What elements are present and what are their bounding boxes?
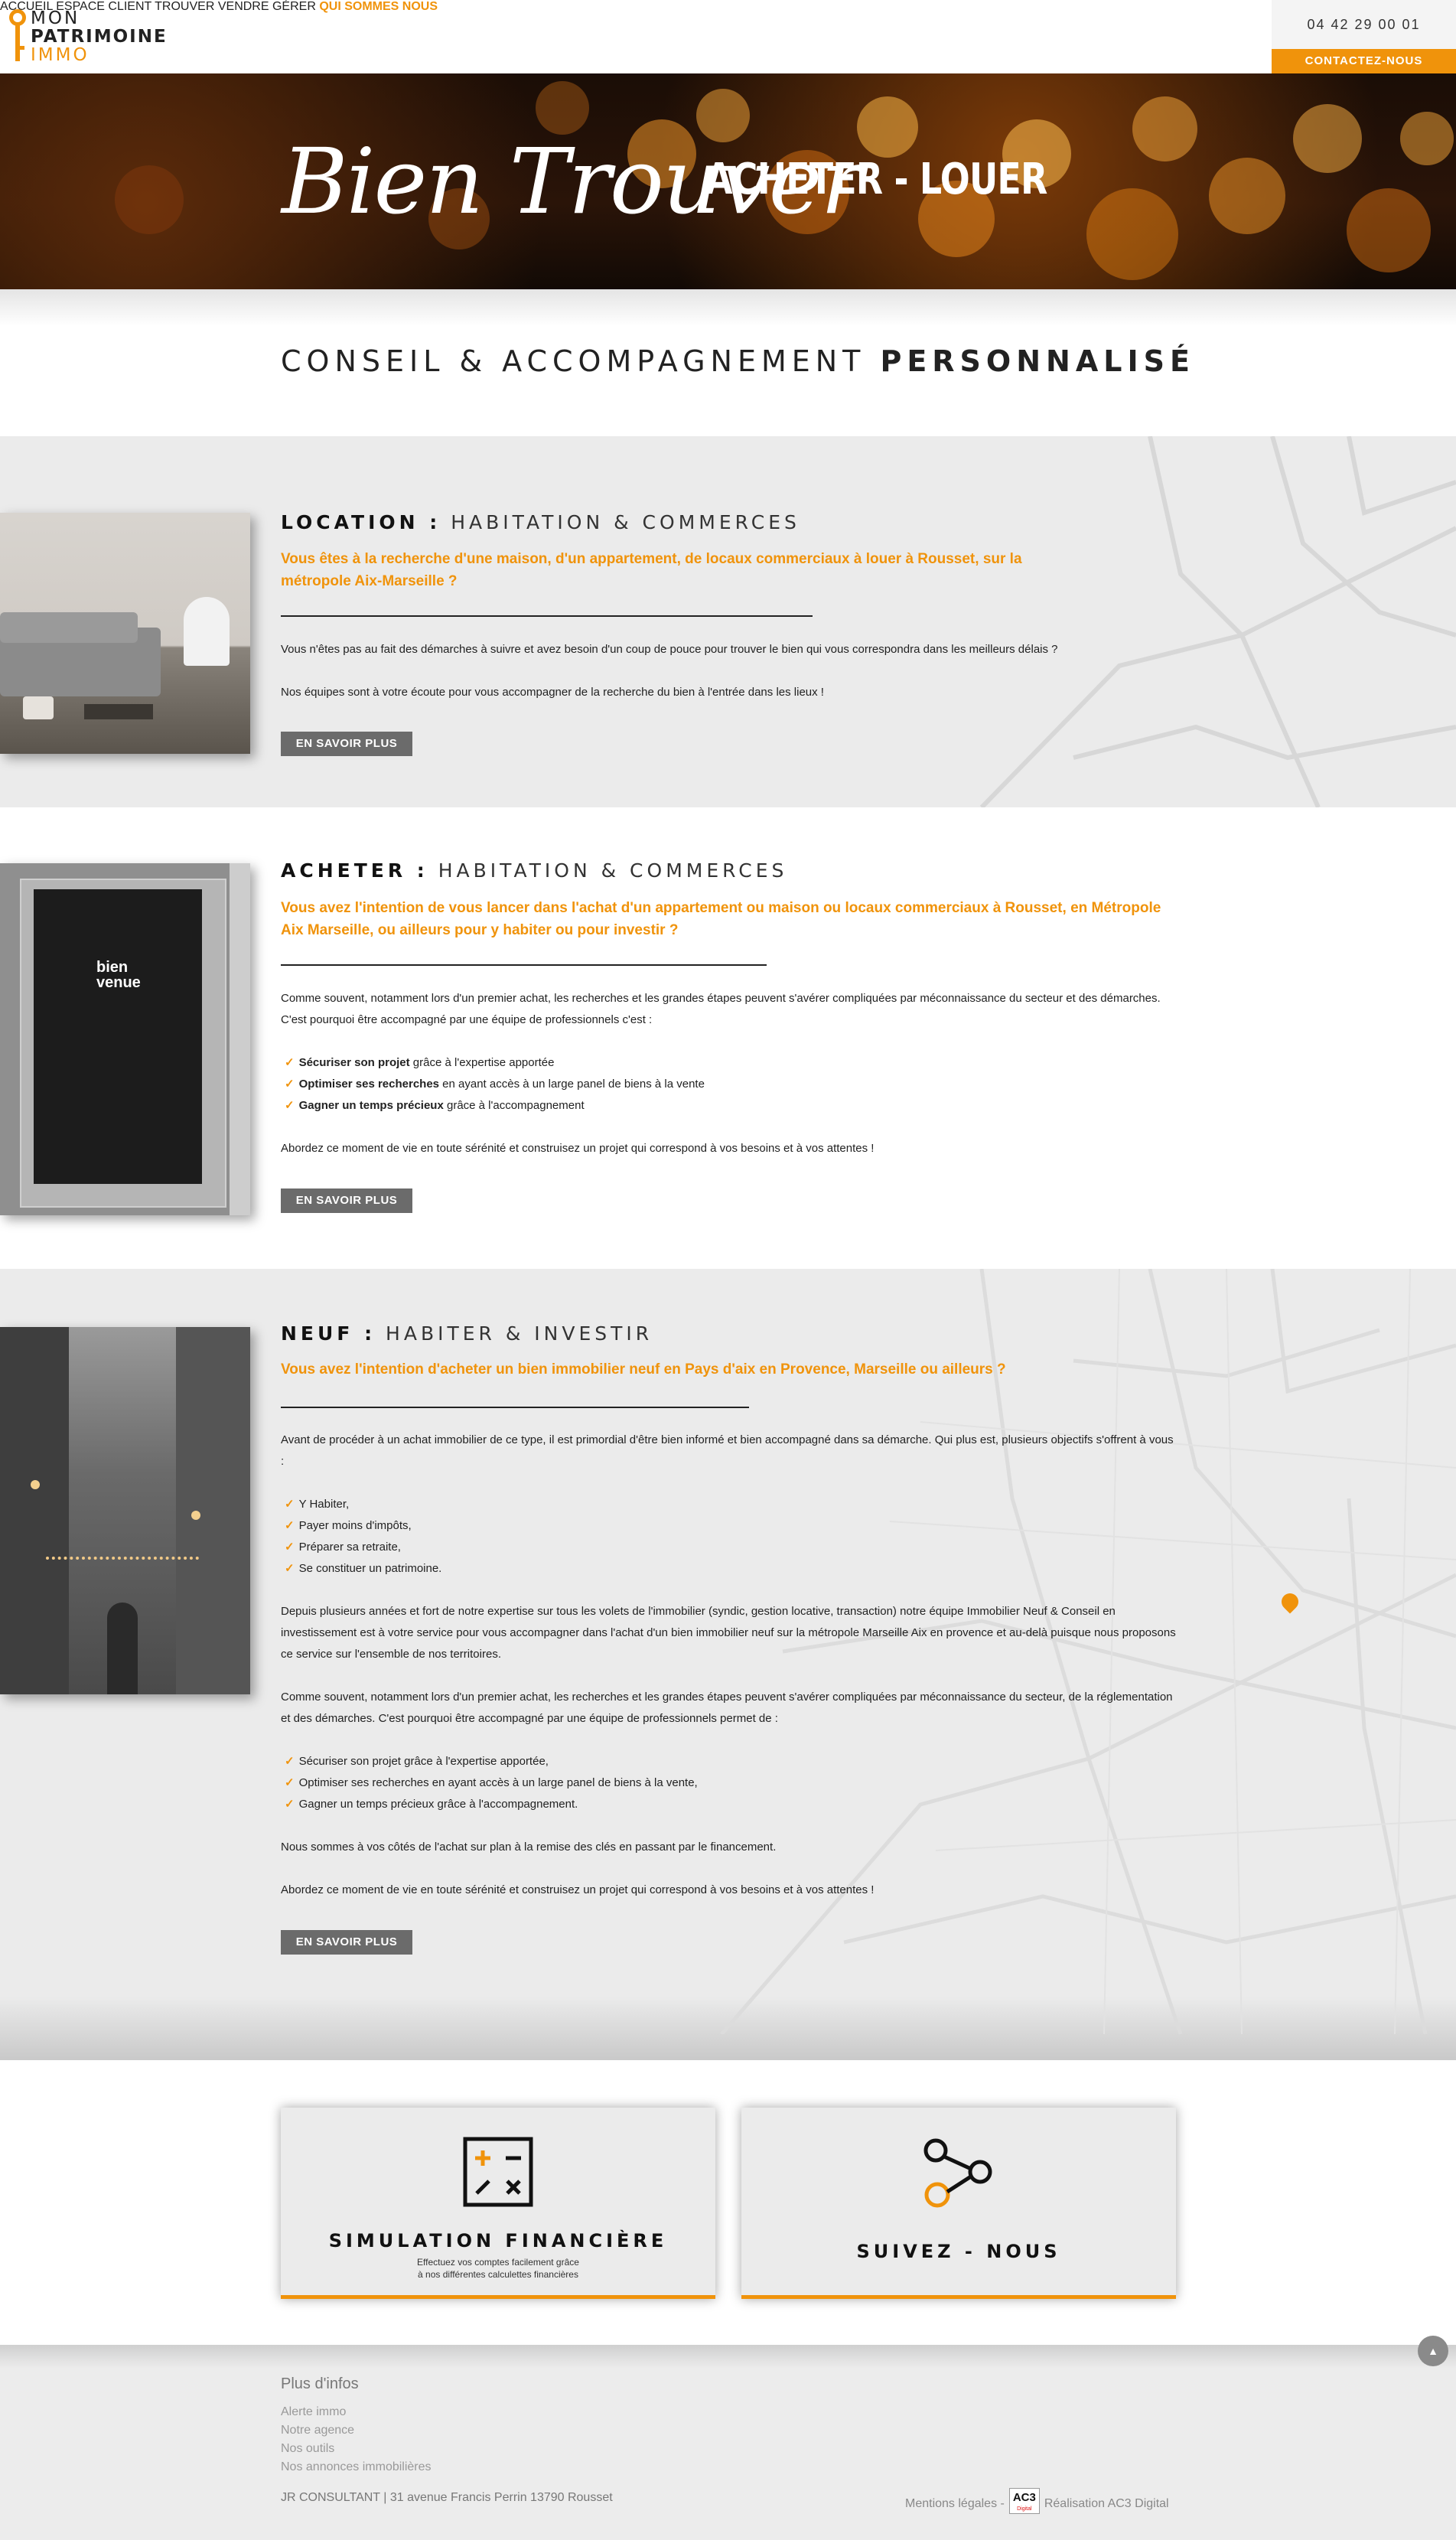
bienvenue-sign: bien venue	[96, 959, 141, 991]
check-icon: ✓	[285, 1798, 295, 1811]
neuf-objectives-list: ✓ Y Habiter, ✓ Payer moins d'impôts, ✓ Prép…	[285, 1494, 441, 1580]
site-footer: Plus d'infos Alerte immo Notre agence No…	[0, 2345, 1456, 2540]
key-icon	[9, 9, 26, 64]
footer-address: JR CONSULTANT | 31 avenue Francis Perrin…	[281, 2491, 613, 2504]
chevron-up-icon: ▲	[1428, 2345, 1438, 2357]
list-item: ✓ Se constituer un patrimoine.	[285, 1562, 442, 1575]
contact-button[interactable]: CONTACTEZ-NOUS	[1272, 49, 1456, 73]
footer-legal: Mentions légales - AC3 Digital Réalisatio…	[905, 2488, 1169, 2517]
footer-link-alerte[interactable]: Alerte immo	[281, 2405, 346, 2419]
check-icon: ✓	[285, 1078, 295, 1091]
neuf-title: NEUF : HABITER & INVESTIR	[281, 1322, 653, 1345]
list-item: ✓ Y Habiter,	[285, 1498, 350, 1511]
hero-caps-title: ACHETER - LOUER	[705, 155, 1047, 204]
check-icon: ✓	[285, 1562, 295, 1575]
calculator-icon	[463, 2137, 533, 2207]
acheter-paragraph-2: Abordez ce moment de vie en toute séréni…	[281, 1142, 875, 1155]
neuf-paragraph-1: Avant de procéder à un achat immobilier …	[281, 1433, 1174, 1468]
list-item: ✓ Payer moins d'impôts,	[285, 1519, 412, 1532]
check-icon: ✓	[285, 1755, 295, 1768]
neuf-benefit-list: ✓ Sécuriser son projet grâce à l'expertis…	[285, 1751, 698, 1815]
list-item: ✓ Préparer sa retraite,	[285, 1541, 401, 1554]
location-lead: Vous êtes à la recherche d'une maison, d…	[281, 551, 1022, 589]
intro-title: CONSEIL & ACCOMPAGNEMENT PERSONNALISÉ	[281, 344, 1195, 378]
simulation-title: SIMULATION FINANCIÈRE	[328, 2230, 668, 2251]
check-icon: ✓	[285, 1776, 295, 1789]
acheter-photo: bien venue	[0, 863, 250, 1215]
footer-link-annonces[interactable]: Nos annonces immobilières	[281, 2460, 432, 2474]
follow-us-card[interactable]: SUIVEZ - NOUS	[741, 2108, 1176, 2299]
acheter-more-button[interactable]: EN SAVOIR PLUS	[281, 1188, 412, 1213]
check-icon: ✓	[285, 1541, 295, 1554]
logo-line-3: IMMO	[31, 45, 90, 65]
list-item: ✓ Gagner un temps précieux grâce à l'acco…	[285, 1798, 578, 1811]
list-item: ✓ Sécuriser son projet grâce à l'expertis…	[285, 1755, 549, 1768]
logo-line-1: MON	[31, 8, 80, 28]
location-section: LOCATION : HABITATION & COMMERCES Vous ê…	[0, 436, 1456, 807]
site-header: MON PATRIMOINE IMMO ACCUEIL ESPACE CLIEN…	[0, 0, 1456, 73]
map-background	[979, 436, 1456, 807]
check-icon: ✓	[285, 1519, 295, 1532]
list-item: ✓ Gagner un temps précieux grâce à l'acco…	[285, 1099, 585, 1112]
acheter-paragraph-1: Comme souvent, notamment lors d'un premi…	[281, 992, 1161, 1026]
location-more-button[interactable]: EN SAVOIR PLUS	[281, 732, 412, 756]
neuf-section: NEUF : HABITER & INVESTIR Vous avez l'in…	[0, 1269, 1456, 2060]
tools-section: SIMULATION FINANCIÈRE Effectuez vos comp…	[0, 2060, 1456, 2345]
simulation-card[interactable]: SIMULATION FINANCIÈRE Effectuez vos comp…	[281, 2108, 715, 2299]
neuf-paragraph-2: Depuis plusieurs années et fort de notre…	[281, 1605, 1176, 1661]
footer-link-agence[interactable]: Notre agence	[281, 2424, 354, 2437]
list-item: ✓ Optimiser ses recherches en ayant accès…	[285, 1776, 698, 1789]
neuf-lead: Vous avez l'intention d'acheter un bien …	[281, 1361, 1006, 1378]
hero-banner: Bien Trouver ACHETER - LOUER	[0, 73, 1456, 289]
share-icon	[923, 2138, 992, 2208]
location-title: LOCATION : HABITATION & COMMERCES	[281, 511, 800, 533]
acheter-benefit-list: ✓ Sécuriser son projet grâce à l'expertis…	[285, 1052, 705, 1117]
ac3-logo[interactable]: AC3 Digital	[1008, 2488, 1040, 2514]
location-paragraph-1: Vous n'êtes pas au fait des démarches à …	[281, 643, 1058, 656]
check-icon: ✓	[285, 1056, 295, 1069]
acheter-lead: Vous avez l'intention de vous lancer dan…	[281, 900, 1161, 938]
back-to-top-button[interactable]: ▲	[1418, 2336, 1448, 2366]
neuf-more-button[interactable]: EN SAVOIR PLUS	[281, 1930, 412, 1955]
credits-link[interactable]: Réalisation AC3 Digital	[1044, 2497, 1169, 2511]
list-item: ✓ Sécuriser son projet grâce à l'expertis…	[285, 1056, 555, 1069]
nav-qui-sommes-nous[interactable]: QUI SOMMES NOUS	[319, 0, 438, 13]
location-photo	[0, 513, 250, 754]
simulation-subtitle-2: à nos différentes calculettes financière…	[418, 2269, 578, 2280]
check-icon: ✓	[285, 1498, 295, 1511]
location-paragraph-2: Nos équipes sont à votre écoute pour vou…	[281, 686, 824, 699]
divider	[281, 1407, 749, 1408]
logo-line-2: PATRIMOINE	[31, 27, 168, 47]
logo[interactable]: MON PATRIMOINE IMMO	[9, 9, 168, 64]
legal-link[interactable]: Mentions légales -	[905, 2497, 1005, 2511]
nav-gerer[interactable]: GÉRER	[272, 0, 316, 13]
divider	[281, 964, 767, 966]
phone-number[interactable]: 04 42 29 00 01	[1272, 0, 1456, 49]
check-icon: ✓	[285, 1099, 295, 1112]
footer-link-outils[interactable]: Nos outils	[281, 2442, 334, 2456]
simulation-subtitle-1: Effectuez vos comptes facilement grâce	[417, 2257, 579, 2268]
footer-heading: Plus d'infos	[281, 2375, 359, 2392]
follow-us-title: SUIVEZ - NOUS	[856, 2241, 1061, 2262]
list-item: ✓ Optimiser ses recherches en ayant accès…	[285, 1078, 705, 1091]
intro-section: CONSEIL & ACCOMPAGNEMENT PERSONNALISÉ	[0, 289, 1456, 436]
acheter-section: bien venue ACHETER : HABITATION & COMMER…	[0, 807, 1456, 1269]
acheter-title: ACHETER : HABITATION & COMMERCES	[281, 859, 788, 882]
neuf-photo	[0, 1327, 250, 1694]
divider	[281, 615, 813, 617]
neuf-paragraph-4: Nous sommes à vos côtés de l'achat sur p…	[281, 1841, 777, 1854]
neuf-paragraph-5: Abordez ce moment de vie en toute séréni…	[281, 1883, 875, 1896]
main-nav: ACCUEIL ESPACE CLIENT TROUVER VENDRE GÉR…	[0, 0, 1456, 14]
neuf-paragraph-3: Comme souvent, notamment lors d'un premi…	[281, 1691, 1173, 1725]
nav-vendre[interactable]: VENDRE	[218, 0, 269, 13]
